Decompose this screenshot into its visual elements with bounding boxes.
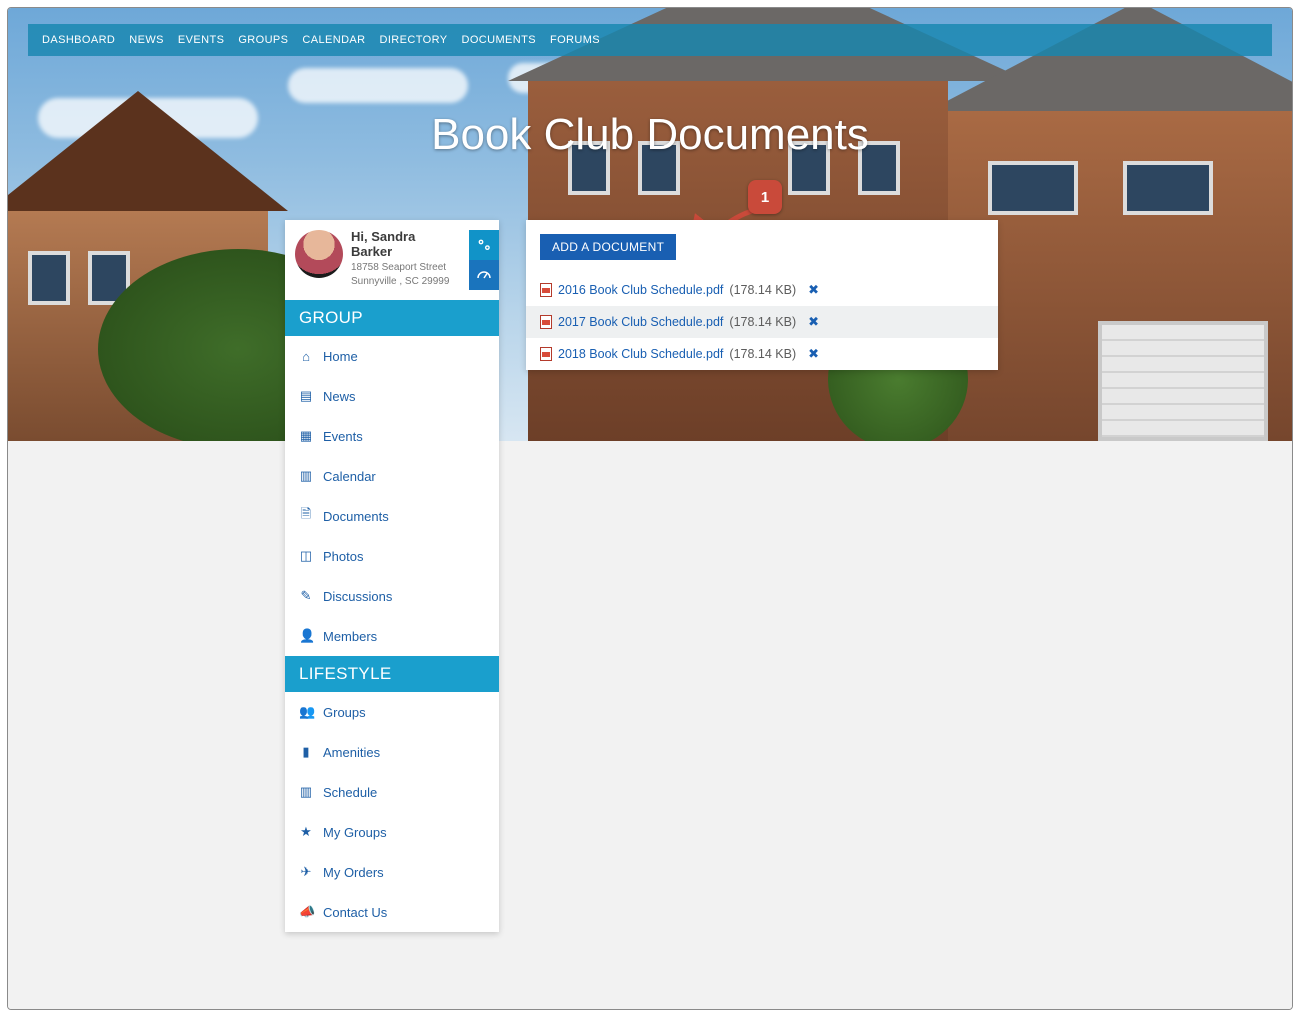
sidebar-item[interactable]: ✎ Discussions	[285, 576, 499, 616]
gears-icon	[475, 236, 493, 254]
delete-document-button[interactable]: ✖	[808, 282, 819, 298]
sidebar-item-label: Contact Us	[323, 905, 387, 920]
pdf-icon	[540, 347, 552, 361]
profile-text: Hi, Sandra Barker 18758 Seaport Street S…	[343, 230, 451, 288]
sidebar-item[interactable]: ▥ Calendar	[285, 456, 499, 496]
callout-badge: 1	[748, 180, 782, 214]
sidebar-item-label: News	[323, 389, 356, 404]
dashboard-button[interactable]	[469, 260, 499, 290]
schedule-icon: ▥	[299, 784, 313, 800]
pdf-icon	[540, 283, 552, 297]
sidebar-item-label: Home	[323, 349, 358, 364]
news-icon: ▤	[299, 388, 313, 404]
sidebar-item-label: Documents	[323, 509, 389, 524]
sidebar-item[interactable]: ▤ News	[285, 376, 499, 416]
sidebar-item-label: My Groups	[323, 825, 387, 840]
groups-icon: 👥	[299, 704, 313, 720]
sidebar-item-label: Groups	[323, 705, 366, 720]
sidebar-item-label: Photos	[323, 549, 363, 564]
sidebar-item-label: Amenities	[323, 745, 380, 760]
add-document-button[interactable]: ADD A DOCUMENT	[540, 234, 676, 260]
callout-number: 1	[761, 189, 769, 206]
document-link[interactable]: 2016 Book Club Schedule.pdf	[558, 283, 723, 297]
my-groups-icon: ★	[299, 824, 313, 840]
delete-document-button[interactable]: ✖	[808, 314, 819, 330]
topnav-link[interactable]: DASHBOARD	[42, 34, 115, 46]
sidebar-item[interactable]: ▦ Events	[285, 416, 499, 456]
garage-door	[1098, 321, 1268, 441]
profile-buttons	[469, 230, 499, 290]
window	[28, 251, 70, 305]
documents-icon: 🗎	[299, 505, 313, 527]
sidebar-item-label: Schedule	[323, 785, 377, 800]
topnav-link[interactable]: NEWS	[129, 34, 164, 46]
topnav-link[interactable]: DIRECTORY	[380, 34, 448, 46]
sidebar-item-label: Calendar	[323, 469, 376, 484]
sidebar-item-label: Members	[323, 629, 377, 644]
sidebar-item[interactable]: ▮ Amenities	[285, 732, 499, 772]
sidebar-item-label: My Orders	[323, 865, 384, 880]
house	[948, 111, 1292, 441]
contact-icon: 📣	[299, 904, 313, 920]
events-icon: ▦	[299, 428, 313, 444]
sidebar-item-label: Discussions	[323, 589, 392, 604]
document-row: 2018 Book Club Schedule.pdf (178.14 KB) ✖	[526, 338, 998, 370]
amenities-icon: ▮	[299, 744, 313, 760]
document-link[interactable]: 2017 Book Club Schedule.pdf	[558, 315, 723, 329]
profile-address-1: 18758 Seaport Street	[351, 262, 451, 274]
sidebar-nav-list: 👥 Groups ▮ Amenities ▥ Schedule ★ My Groups ✈ My …	[285, 692, 499, 932]
avatar	[295, 230, 343, 278]
home-icon: ⌂	[299, 349, 313, 364]
sidebar: Hi, Sandra Barker 18758 Seaport Street S…	[285, 220, 499, 932]
document-row: 2017 Book Club Schedule.pdf (178.14 KB) ✖	[526, 306, 998, 338]
document-row: 2016 Book Club Schedule.pdf (178.14 KB) ✖	[526, 274, 998, 306]
sidebar-item[interactable]: 👥 Groups	[285, 692, 499, 732]
discussions-icon: ✎	[299, 588, 313, 604]
members-icon: 👤	[299, 628, 313, 644]
document-size: (178.14 KB)	[729, 315, 796, 329]
window	[988, 161, 1078, 215]
profile-address-2: Sunnyville , SC 29999	[351, 276, 451, 288]
photos-icon: ◫	[299, 548, 313, 564]
profile-card: Hi, Sandra Barker 18758 Seaport Street S…	[285, 220, 499, 300]
sidebar-item[interactable]: ★ My Groups	[285, 812, 499, 852]
sidebar-item[interactable]: 🗎 Documents	[285, 496, 499, 536]
documents-panel: ADD A DOCUMENT 2016 Book Club Schedule.p…	[526, 220, 998, 370]
sidebar-section-header: LIFESTYLE	[285, 656, 499, 692]
calendar-icon: ▥	[299, 468, 313, 484]
below-hero-bg	[8, 441, 1292, 1009]
my-orders-icon: ✈	[299, 864, 313, 880]
document-link[interactable]: 2018 Book Club Schedule.pdf	[558, 347, 723, 361]
sidebar-item[interactable]: ✈ My Orders	[285, 852, 499, 892]
page-title: Book Club Documents	[8, 110, 1292, 160]
sidebar-item[interactable]: ⌂ Home	[285, 336, 499, 376]
topnav-link[interactable]: CALENDAR	[302, 34, 365, 46]
topnav-link[interactable]: EVENTS	[178, 34, 224, 46]
topnav-link[interactable]: GROUPS	[238, 34, 288, 46]
sidebar-item[interactable]: ◫ Photos	[285, 536, 499, 576]
sidebar-section-header: GROUP	[285, 300, 499, 336]
sidebar-item-label: Events	[323, 429, 363, 444]
gauge-icon	[475, 266, 493, 284]
pdf-icon	[540, 315, 552, 329]
sidebar-item[interactable]: 👤 Members	[285, 616, 499, 656]
window	[1123, 161, 1213, 215]
settings-button[interactable]	[469, 230, 499, 260]
topnav-link[interactable]: FORUMS	[550, 34, 600, 46]
delete-document-button[interactable]: ✖	[808, 346, 819, 362]
document-size: (178.14 KB)	[729, 283, 796, 297]
document-size: (178.14 KB)	[729, 347, 796, 361]
cloud	[288, 68, 468, 103]
top-nav: DASHBOARD NEWS EVENTS GROUPS CALENDAR DIRECTO…	[28, 24, 1272, 56]
sidebar-nav-list: ⌂ Home ▤ News ▦ Events ▥ Calendar 🗎 Documents ◫ Pho…	[285, 336, 499, 656]
app-frame: DASHBOARD NEWS EVENTS GROUPS CALENDAR DIRECTO…	[7, 7, 1293, 1010]
profile-greeting: Hi, Sandra Barker	[351, 230, 451, 260]
sidebar-item[interactable]: ▥ Schedule	[285, 772, 499, 812]
sidebar-item[interactable]: 📣 Contact Us	[285, 892, 499, 932]
topnav-link[interactable]: DOCUMENTS	[461, 34, 536, 46]
